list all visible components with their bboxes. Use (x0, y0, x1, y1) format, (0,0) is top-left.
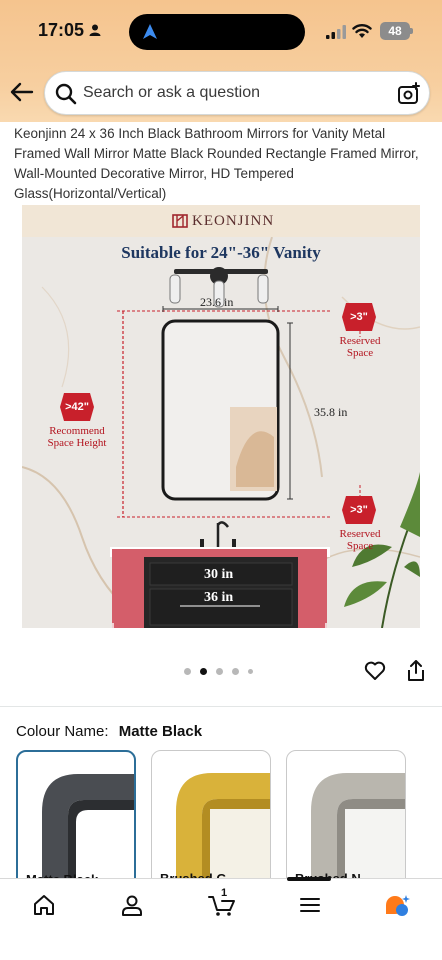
search-icon (55, 83, 77, 105)
brushed-gold-frame-image (176, 773, 270, 889)
bottom-note-line2: Space (346, 540, 374, 552)
mirror-height-label: 35.8 in (314, 405, 348, 419)
search-input[interactable] (83, 72, 383, 114)
rufus-assistant-icon[interactable] (384, 893, 410, 917)
pagination-dot-1[interactable] (184, 668, 191, 675)
brand-name: KEONJINN (192, 213, 275, 229)
battery-level: 48 (388, 24, 402, 38)
product-image[interactable]: KEONJINN Suitable for 24"-36" Vanity 23.… (22, 205, 420, 628)
location-arrow-icon (143, 24, 157, 39)
matte-black-frame-image (42, 774, 134, 888)
top-note-line1: Reserved (339, 335, 381, 347)
status-bar: 17:05 48 (0, 0, 442, 64)
colour-name-row: Colour Name: Matte Black (16, 723, 202, 740)
pagination-dot-2[interactable] (200, 668, 207, 675)
bottom-navigation: 1 (0, 878, 442, 960)
search-box[interactable] (44, 71, 430, 115)
dynamic-island (129, 14, 305, 50)
cart-count-badge: 1 (220, 887, 228, 899)
brushed-nickel-frame-image (311, 773, 405, 889)
recommend-height-badge: >42" (65, 401, 89, 413)
pagination-dot-4[interactable] (232, 668, 239, 675)
signal-icon (326, 25, 346, 39)
bottom-reserved-note: Reserved Space (330, 528, 390, 552)
mirror-width-label: 23.6 in (200, 295, 234, 309)
colour-swatch-brushed-nickel[interactable]: Brushed N (286, 750, 406, 890)
back-arrow-icon[interactable] (8, 78, 36, 106)
brand-banner: KEONJINN (22, 205, 420, 237)
vanity-inner-width: 30 in (204, 567, 234, 582)
bottom-note-line1: Reserved (339, 528, 381, 540)
recommend-note-line1: Recommend (49, 425, 105, 437)
wifi-icon (352, 24, 372, 38)
status-time: 17:05 (38, 20, 85, 40)
section-divider (0, 706, 442, 707)
scroll-indicator (287, 877, 331, 881)
top-note-line2: Space (346, 347, 374, 359)
top-reserved-note: Reserved Space (330, 335, 390, 359)
colour-value: Matte Black (118, 723, 203, 740)
account-icon[interactable] (120, 893, 144, 917)
person-icon (89, 24, 101, 36)
camera-lens-icon[interactable] (397, 82, 421, 106)
bottom-reserved-badge: >3" (350, 504, 368, 516)
pagination-dot-3[interactable] (216, 668, 223, 675)
home-icon[interactable] (32, 893, 56, 917)
product-title: Keonjinn 24 x 36 Inch Black Bathroom Mir… (14, 126, 419, 201)
search-bar-row (0, 68, 442, 120)
colour-label: Colour Name: (16, 723, 109, 740)
colour-swatch-matte-black[interactable]: Matte Black (16, 750, 136, 890)
battery-nub (410, 28, 413, 34)
battery-icon: 48 (380, 22, 410, 40)
image-headline: Suitable for 24"-36" Vanity (121, 243, 321, 262)
menu-icon[interactable] (298, 893, 322, 917)
top-reserved-badge: >3" (350, 311, 368, 323)
recommend-space-note: Recommend Space Height (36, 425, 118, 449)
recommend-note-line2: Space Height (47, 437, 107, 449)
brand-logo-icon (172, 214, 188, 228)
pagination-dot-5[interactable] (248, 669, 253, 674)
image-pagination-dots[interactable] (184, 668, 264, 676)
heart-icon[interactable] (364, 660, 386, 682)
colour-swatch-brushed-gold[interactable]: Brushed G (151, 750, 271, 890)
vanity-outer-width: 36 in (204, 590, 234, 605)
share-icon[interactable] (406, 660, 426, 682)
